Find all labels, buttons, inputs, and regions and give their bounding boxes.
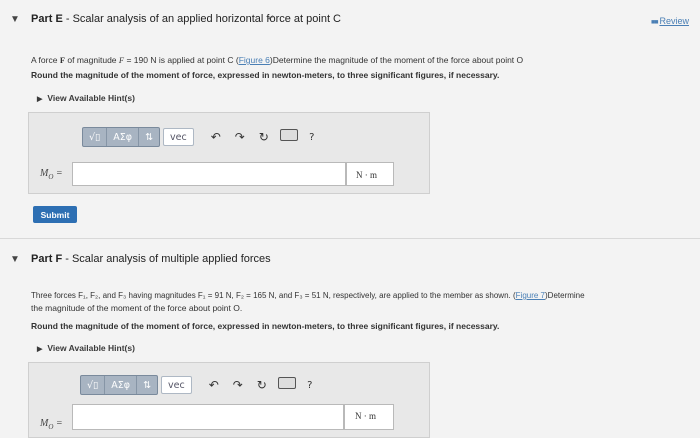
submit-button[interactable]: Submit [33, 206, 77, 223]
part-e-round-instruction: Round the magnitude of the moment of for… [31, 70, 500, 80]
part-f-round-instruction: Round the magnitude of the moment of for… [31, 321, 500, 331]
keyboard-icon[interactable] [279, 128, 298, 146]
part-e-answer-label: MO = [40, 168, 63, 181]
arrows-button[interactable]: ⇅ [137, 376, 157, 394]
toolbar-button-group: √▯ ΑΣφ ⇅ [80, 375, 159, 395]
part-e-title-text: - Scalar analysis of an applied horizont… [62, 13, 342, 25]
toolbar-button-group: √▯ ΑΣφ ⇅ [82, 127, 161, 147]
arrows-button[interactable]: ⇅ [139, 128, 159, 146]
greek-symbols-button[interactable]: ΑΣφ [105, 376, 138, 394]
redo-icon[interactable]: ↷ [230, 130, 250, 144]
keyboard-icon[interactable] [277, 376, 296, 394]
part-f-label: Part F [31, 253, 63, 265]
part-f-title[interactable]: Part F - Scalar analysis of multiple app… [31, 253, 271, 265]
part-f-description-line1: Three forces F₁, F₂, and F₃ having magni… [31, 291, 585, 300]
expand-triangle-icon: ▶ [37, 96, 43, 103]
part-f-collapse-caret[interactable]: ▼ [10, 254, 20, 265]
vec-button[interactable]: vec [163, 128, 194, 146]
part-e-hints-toggle[interactable]: ▶ View Available Hint(s) [37, 93, 135, 103]
part-e-label: Part E [31, 13, 63, 25]
figure-6-link[interactable]: Figure 6 [239, 55, 270, 65]
part-e-description: A force F of magnitude F = 190 N is appl… [31, 55, 524, 65]
reset-icon[interactable]: ↻ [254, 130, 274, 144]
part-f-title-text: - Scalar analysis of multiple applied fo… [62, 253, 271, 265]
part-f-description-line2: the magnitude of the moment of the force… [31, 303, 243, 313]
review-link[interactable]: ■■ Review [651, 11, 689, 29]
templates-button[interactable]: √▯ [81, 376, 106, 394]
review-label: Review [659, 16, 689, 26]
part-f-unit: N · m [355, 411, 376, 421]
undo-icon[interactable]: ↶ [206, 130, 226, 144]
greek-symbols-button[interactable]: ΑΣφ [107, 128, 140, 146]
templates-button[interactable]: √▯ [83, 128, 108, 146]
reset-icon[interactable]: ↻ [252, 378, 272, 392]
section-divider [0, 238, 700, 239]
hint-label: View Available Hint(s) [47, 93, 135, 103]
part-e-collapse-caret[interactable]: ▼ [10, 14, 20, 25]
help-icon[interactable]: ? [300, 380, 320, 391]
part-f-math-toolbar: √▯ ΑΣφ ⇅ vec ↶ ↷ ↻ ? [80, 375, 320, 395]
undo-icon[interactable]: ↶ [204, 378, 224, 392]
part-f-answer-label: MO = [40, 418, 63, 431]
part-e-math-toolbar: √▯ ΑΣφ ⇅ vec ↶ ↷ ↻ ? [82, 127, 322, 147]
part-f-answer-input[interactable] [72, 404, 344, 430]
part-e-unit: N · m [356, 170, 377, 180]
figure-7-link[interactable]: Figure 7 [516, 291, 545, 300]
cursor-icon: •* [268, 14, 274, 23]
part-e-title[interactable]: Part E - Scalar analysis of an applied h… [31, 13, 341, 25]
vec-button[interactable]: vec [161, 376, 192, 394]
part-e-answer-input[interactable] [72, 162, 346, 186]
expand-triangle-icon: ▶ [37, 346, 43, 353]
redo-icon[interactable]: ↷ [228, 378, 248, 392]
help-icon[interactable]: ? [302, 132, 322, 143]
hint-label: View Available Hint(s) [47, 343, 135, 353]
review-icon: ■■ [651, 19, 659, 26]
part-f-hints-toggle[interactable]: ▶ View Available Hint(s) [37, 343, 135, 353]
